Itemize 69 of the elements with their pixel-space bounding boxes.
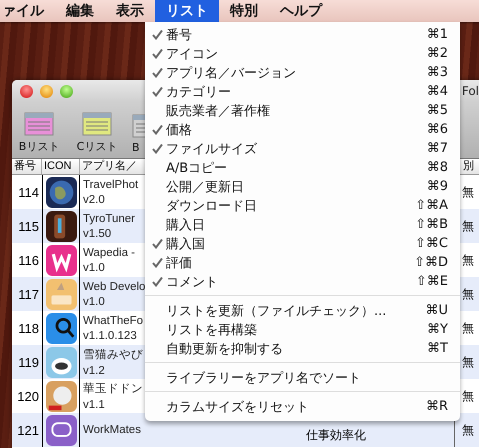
menu-item[interactable]: ライブラリーをアプリ名でソート [145,368,460,387]
menu-item[interactable]: 販売業者／著作権 ⌘5 [145,101,460,120]
table-cell-text: 114 [17,184,40,202]
app-icon [46,414,76,446]
menu-item[interactable]: リストを更新（ファイルチェック）... ⌘U [145,301,460,320]
app-name: TyroTuner [83,212,135,224]
minimize-button[interactable] [40,84,53,98]
menu-item[interactable]: リストを再構築 ⌘Y [145,320,460,339]
app-version: v1.50 [83,228,112,240]
app-version: v2.0 [83,194,105,206]
app-name: 華玉ドドン [83,382,143,396]
app-version: v1.2 [83,365,105,377]
table-cell: 無 [462,218,474,234]
menu-item[interactable]: 公開／更新日 ⌘9 [145,177,460,196]
app-name: WorkMates [83,424,141,436]
menu-item[interactable]: 価格 ⌘6 [145,120,460,139]
zoom-button[interactable] [60,84,73,98]
app-version: v1.0 [83,296,105,308]
table-cell-text: 120 [16,388,40,406]
app-icon [46,210,76,242]
toolbar-button[interactable]: Cリスト [74,112,120,154]
table-cell: 無 [462,320,474,336]
close-button[interactable] [20,84,33,98]
toolbar-button[interactable]: Bリスト [16,112,62,154]
menu-item[interactable]: 購入国 ⇧⌘C [145,234,460,253]
app-version: v1.0 [83,262,105,274]
table-cell-text: 117 [17,286,40,304]
app-version: v1.1.0.123 [83,330,137,342]
menu-item[interactable]: カテゴリー ⌘4 [145,82,460,101]
table-cell-text: 121 [16,422,40,440]
table-cell: 無 [462,252,474,268]
table-cell-text: 115 [17,218,40,236]
window-title: Fol [462,84,479,98]
column-header[interactable]: ICON [42,159,80,174]
table-cell: 仕事効率化 [306,427,366,444]
menu-bar-item[interactable]: 特別 [219,0,269,22]
column-header[interactable]: 番号 [12,159,42,174]
menu-item[interactable]: A/Bコピー ⌘8 [145,158,460,177]
menu-bar-item[interactable]: ヘルプ [269,0,333,22]
table-cell-text: 119 [17,354,40,372]
menu-item[interactable]: 自動更新を抑制する ⌘T [145,339,460,358]
app-name: 雪猫みやび [83,348,143,362]
menu-item[interactable]: アプリ名／バージョン ⌘3 [145,63,460,82]
table-cell: 無 [462,354,474,370]
menu-item[interactable]: 評価 ⇧⌘D [145,253,460,272]
table-cell: 無 [462,422,474,438]
app-icon [46,312,76,344]
app-version: v1.1 [83,399,105,411]
menu-item[interactable]: 番号 ⌘1 [145,25,460,44]
menu-bar-item[interactable]: 編集 [55,0,105,22]
app-icon [46,176,76,208]
menu-item[interactable]: 購入日 ⇧⌘B [145,215,460,234]
table-cell-text: 116 [17,252,40,270]
table-cell: 無 [462,184,474,200]
app-name: WhatTheFo [83,314,144,326]
menu-item[interactable]: コメント ⇧⌘E [145,272,460,291]
table-cell: 無 [462,286,474,302]
app-name: Web Develo [83,280,146,292]
menu-bar-item[interactable]: ァイル [0,0,55,22]
menu-bar-item[interactable]: リスト [155,0,219,22]
menu-item[interactable]: ダウンロード日 ⇧⌘A [145,196,460,215]
app-name: TravelPhot [83,178,138,190]
menu-item[interactable]: アイコン ⌘2 [145,44,460,63]
menu-bar-item[interactable]: 表示 [105,0,155,22]
menu-item[interactable]: カラムサイズをリセット ⌘R [145,397,460,416]
table-cell: 無 [462,388,474,404]
menu-item[interactable]: ファイルサイズ ⌘7 [145,139,460,158]
app-name: Wapedia - [83,246,135,258]
table-cell-text: 118 [17,320,40,338]
